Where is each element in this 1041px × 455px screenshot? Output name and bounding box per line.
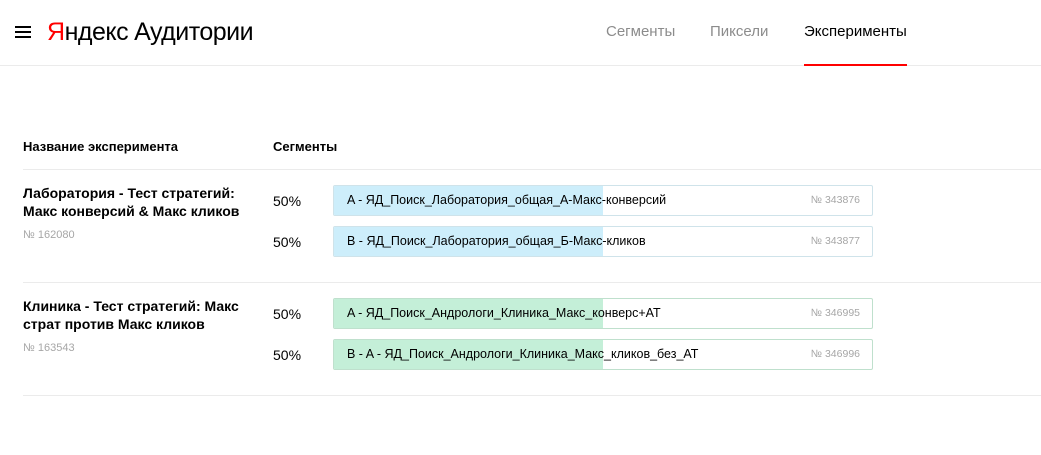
segment-number: № 346996 [810,348,860,360]
experiment-id: № 162080 [23,229,75,241]
segment-percent: 50% [273,306,302,322]
segment-number: № 343876 [810,194,860,206]
column-header-name: Название эксперимента [23,139,179,154]
divider [23,395,1041,396]
segment-label: B - A - ЯД_Поиск_Андрологи_Клиника_Макс_… [347,347,699,361]
logo[interactable]: Яндекс Аудитории [47,16,254,48]
nav-tab-pixels[interactable]: Пиксели [710,0,768,66]
segment-label: B - ЯД_Поиск_Лаборатория_общая_Б-Макс-кл… [347,234,646,248]
segment-bar[interactable]: A - ЯД_Поиск_Андрологи_Клиника_Макс_конв… [333,298,873,329]
divider [23,282,1041,283]
nav-tab-experiments[interactable]: Эксперименты [804,0,907,66]
segment-percent: 50% [273,193,302,209]
logo-product: Аудитории [134,18,254,46]
segment-number: № 343877 [810,235,860,247]
header: Яндекс Аудитории Сегменты Пиксели Экспери… [0,0,1041,66]
segment-bar[interactable]: B - ЯД_Поиск_Лаборатория_общая_Б-Макс-кл… [333,226,873,257]
experiment-name[interactable]: Клиника - Тест стратегий: Макс страт про… [23,297,248,333]
column-header-segments: Сегменты [273,139,338,154]
segment-number: № 346995 [810,307,860,319]
nav-tab-segments[interactable]: Сегменты [606,0,675,66]
divider [23,169,1041,170]
menu-icon[interactable] [15,25,31,39]
experiment-id: № 163543 [23,342,75,354]
segment-label: A - ЯД_Поиск_Андрологи_Клиника_Макс_конв… [347,306,661,320]
segment-bar[interactable]: A - ЯД_Поиск_Лаборатория_общая_А-Макс-ко… [333,185,873,216]
segment-bar[interactable]: B - A - ЯД_Поиск_Андрологи_Клиника_Макс_… [333,339,873,370]
segment-percent: 50% [273,234,302,250]
logo-brand: Яндекс [47,18,129,46]
segment-percent: 50% [273,347,302,363]
segment-label: A - ЯД_Поиск_Лаборатория_общая_А-Макс-ко… [347,193,667,207]
experiment-name[interactable]: Лаборатория - Тест стратегий: Макс конве… [23,184,248,220]
